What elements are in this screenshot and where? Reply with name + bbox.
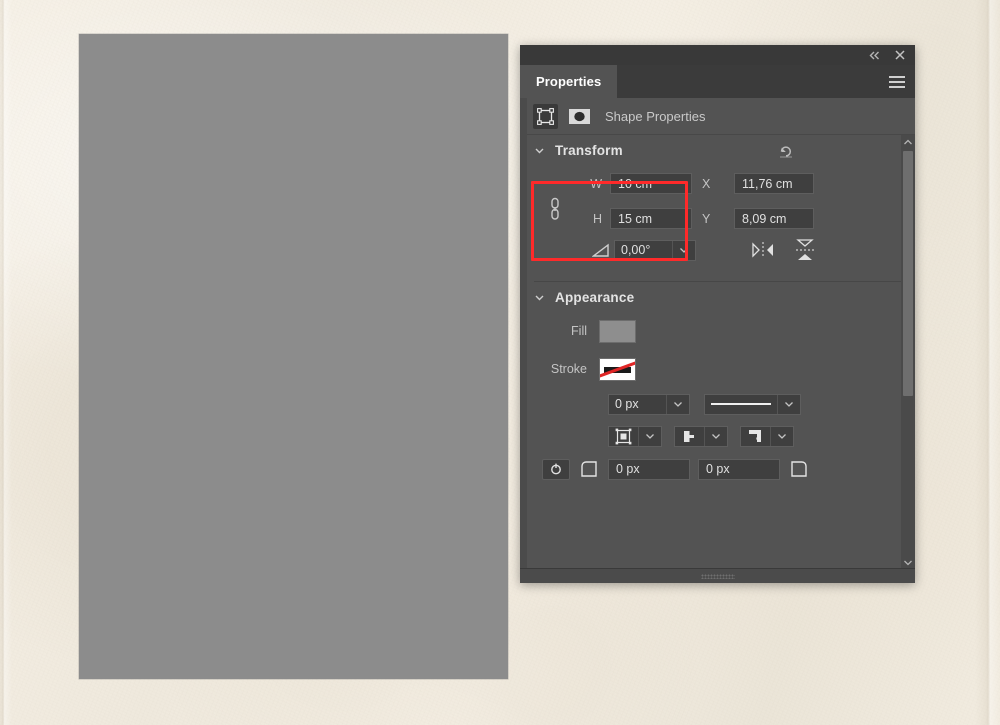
transform-row-rotation: 0,00° xyxy=(520,233,915,267)
chevron-down-icon[interactable] xyxy=(777,394,800,414)
x-label: X xyxy=(702,176,711,191)
h-label: H xyxy=(592,211,602,226)
panel-scrollbar[interactable] xyxy=(901,135,915,569)
x-input[interactable]: 11,76 cm xyxy=(734,173,814,194)
corner-radius-tl-input[interactable]: 0 px xyxy=(608,458,690,480)
transform-bounds-icon[interactable] xyxy=(533,103,558,129)
chevron-down-icon xyxy=(534,292,545,303)
collapse-panel-icon[interactable] xyxy=(867,48,881,62)
y-input[interactable]: 8,09 cm xyxy=(734,208,814,229)
height-value: 15 cm xyxy=(618,211,653,226)
shape-properties-label: Shape Properties xyxy=(605,108,706,124)
panel-tabbar: Properties xyxy=(520,65,915,98)
transform-row-h-y: H 15 cm Y 8,09 cm xyxy=(520,204,915,233)
corner-link-icon[interactable] xyxy=(542,458,570,480)
stroke-options-row xyxy=(520,420,915,452)
panel-body: Transform W 10 cm X 11,76 cm H 15 cm Y 8… xyxy=(520,135,915,569)
resize-grip-icon xyxy=(700,573,735,579)
paper-crease-right xyxy=(975,0,1000,725)
properties-panel: Properties Shape Properties Transform W … xyxy=(520,45,915,583)
appearance-section-header[interactable]: Appearance xyxy=(520,282,915,312)
y-label: Y xyxy=(702,211,711,226)
width-value: 10 cm xyxy=(618,176,653,191)
panel-titlebar xyxy=(520,45,915,65)
corner-radius-left-icon xyxy=(578,459,600,479)
scroll-down-chevron-down-icon[interactable] xyxy=(901,555,915,569)
stroke-cap-dropdown[interactable] xyxy=(674,425,728,447)
w-label: W xyxy=(590,176,602,191)
appearance-title: Appearance xyxy=(555,289,635,305)
corner-radius-tr-input[interactable]: 0 px xyxy=(698,458,780,480)
chevron-down-icon[interactable] xyxy=(666,394,689,414)
chevron-down-icon xyxy=(534,145,545,156)
solid-line-icon xyxy=(705,395,777,414)
scrollbar-thumb[interactable] xyxy=(903,151,913,396)
flip-horizontal-icon[interactable] xyxy=(750,238,776,262)
stroke-label: Stroke xyxy=(550,362,587,376)
mask-ellipse-icon[interactable] xyxy=(567,104,592,129)
transform-section: Transform W 10 cm X 11,76 cm H 15 cm Y 8… xyxy=(520,135,915,273)
stroke-row: Stroke xyxy=(520,350,915,388)
tabbar-spacer xyxy=(617,65,889,98)
height-input[interactable]: 15 cm xyxy=(610,208,692,229)
chevron-down-icon[interactable] xyxy=(672,240,695,260)
scroll-up-chevron-up-icon[interactable] xyxy=(901,135,915,149)
width-input[interactable]: 10 cm xyxy=(610,173,692,194)
tab-properties[interactable]: Properties xyxy=(520,65,618,98)
corner-radius-tl-value: 0 px xyxy=(616,462,640,476)
panel-resize-footer[interactable] xyxy=(520,568,915,583)
stroke-cap-icon xyxy=(675,428,704,445)
shape-properties-row: Shape Properties xyxy=(520,98,915,135)
transform-title: Transform xyxy=(555,142,623,158)
hamburger-menu-icon xyxy=(889,73,905,91)
fill-color-swatch[interactable] xyxy=(599,319,636,343)
close-icon[interactable] xyxy=(893,48,907,62)
transform-row-w-x: W 10 cm X 11,76 cm xyxy=(520,169,915,220)
chevron-down-icon[interactable] xyxy=(704,426,727,446)
chevron-down-icon[interactable] xyxy=(770,426,793,446)
appearance-section: Appearance Fill Stroke 0 px 0 px 0 px xyxy=(520,282,915,486)
transform-section-header[interactable]: Transform xyxy=(520,135,915,165)
transform-fields: W 10 cm X 11,76 cm H 15 cm Y 8,09 cm 0,0… xyxy=(520,165,915,273)
stroke-width-input[interactable]: 0 px xyxy=(608,393,690,415)
paper-crease-left xyxy=(0,0,12,725)
angle-icon xyxy=(588,243,614,258)
fill-row: Fill xyxy=(520,312,915,350)
tab-properties-label: Properties xyxy=(536,74,602,89)
screenshot-root: Properties Shape Properties Transform W … xyxy=(0,0,1000,725)
chevron-down-icon[interactable] xyxy=(638,426,661,446)
stroke-color-swatch[interactable] xyxy=(599,357,636,381)
rotation-value: 0,00° xyxy=(621,243,651,257)
corner-radius-right-icon xyxy=(788,459,810,479)
stroke-join-icon xyxy=(741,428,770,445)
flip-buttons xyxy=(750,238,818,262)
rotation-input[interactable]: 0,00° xyxy=(614,239,696,261)
stroke-width-value: 0 px xyxy=(615,397,639,411)
stroke-align-icon xyxy=(609,428,638,445)
y-value: 8,09 cm xyxy=(742,211,787,226)
stroke-width-row: 0 px xyxy=(520,388,915,420)
panel-menu-button[interactable] xyxy=(889,65,915,98)
chain-link-icon[interactable] xyxy=(542,189,568,229)
stroke-style-dropdown[interactable] xyxy=(704,393,801,415)
stroke-join-dropdown[interactable] xyxy=(740,425,794,447)
stroke-align-dropdown[interactable] xyxy=(608,425,662,447)
corner-radius-tr-value: 0 px xyxy=(706,462,730,476)
flip-vertical-icon[interactable] xyxy=(792,238,818,262)
fill-label: Fill xyxy=(571,324,587,338)
gray-rectangle-shape[interactable] xyxy=(79,34,508,679)
x-value: 11,76 cm xyxy=(742,176,793,191)
scrollbar-track[interactable] xyxy=(901,149,915,555)
corner-radius-row: 0 px 0 px xyxy=(520,452,915,486)
reset-arrow-icon[interactable] xyxy=(775,141,797,161)
